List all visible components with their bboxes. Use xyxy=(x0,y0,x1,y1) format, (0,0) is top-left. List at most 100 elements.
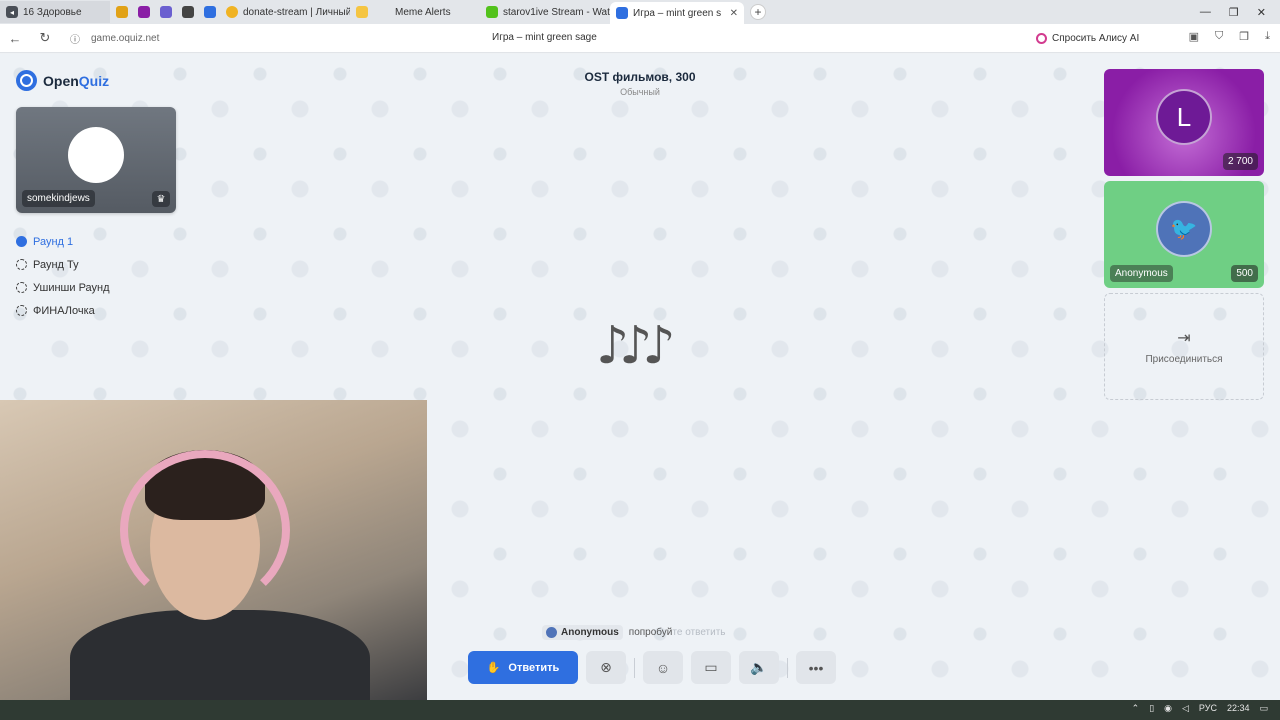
player-mini-avatar xyxy=(546,627,557,638)
tab-label: starov1ive Stream - Watch xyxy=(503,6,610,18)
round-status-icon xyxy=(16,282,27,293)
tab-favicon xyxy=(486,6,498,18)
round-item-2[interactable]: Раунд Ту xyxy=(16,253,110,276)
tab-pinned-1[interactable] xyxy=(110,1,132,23)
hint-text: попробуйте ответить xyxy=(628,627,726,638)
answer-button[interactable]: ✋ Ответить xyxy=(468,651,578,684)
language-indicator[interactable]: РУС xyxy=(1199,703,1217,714)
hand-icon: ✋ xyxy=(486,662,501,674)
tray-chevron-icon[interactable]: ⌃ xyxy=(1132,703,1140,714)
bird-avatar-icon: 🐦 xyxy=(1156,201,1212,257)
tab-active-game[interactable]: Игра – mint green s ✕ xyxy=(610,2,744,24)
answering-player-chip: Anonymous xyxy=(542,625,623,640)
rounds-list: Раунд 1 Раунд Ту Ушинши Раунд ФИНАЛочка xyxy=(16,230,110,322)
tab-favicon xyxy=(116,6,128,18)
tab-group-health[interactable]: ◂ 16 Здоровье xyxy=(0,1,110,23)
round-label: Ушинши Раунд xyxy=(33,281,110,294)
tab-pinned-2[interactable] xyxy=(132,1,154,23)
answering-player-name: Anonymous xyxy=(561,627,619,638)
join-icon: ⇥ xyxy=(1177,330,1191,347)
webcam-overlay xyxy=(0,400,427,700)
close-icon[interactable]: ✕ xyxy=(730,8,738,19)
shield-icon[interactable]: ⛉ xyxy=(1215,30,1223,43)
network-icon[interactable]: ◉ xyxy=(1164,703,1172,714)
tab-label: Meme Alerts xyxy=(395,6,451,18)
player-score: 2 700 xyxy=(1222,153,1258,170)
question-title: OST фильмов, 300 xyxy=(584,70,696,84)
round-label: ФИНАЛочка xyxy=(33,304,95,317)
tab-favicon xyxy=(204,6,216,18)
round-item-3[interactable]: Ушинши Раунд xyxy=(16,276,110,299)
alice-icon xyxy=(1036,32,1047,44)
battery-icon[interactable]: ▯ xyxy=(1149,703,1154,714)
divider xyxy=(634,657,635,678)
url-field[interactable]: game.oquiz.net xyxy=(91,33,159,44)
maximize-icon[interactable]: ❐ xyxy=(1229,6,1239,19)
tab-stream-watch[interactable]: starov1ive Stream - Watch xyxy=(480,1,610,23)
round-label: Раунд 1 xyxy=(33,235,74,248)
round-status-icon xyxy=(16,259,27,270)
tab-label: 16 Здоровье xyxy=(23,6,82,18)
tab-label: Игра – mint green s xyxy=(633,7,722,19)
tab-pinned-5[interactable] xyxy=(198,1,220,23)
tab-donate-stream[interactable]: donate-stream | Личный к xyxy=(220,1,350,23)
player-card-l[interactable]: L 2 700 xyxy=(1104,69,1264,176)
webcam-figure-shirt xyxy=(70,610,370,700)
tab-meme-alerts[interactable]: Meme Alerts xyxy=(350,1,480,23)
alice-ai-button[interactable]: Спросить Алису AI xyxy=(1036,29,1139,47)
minimize-icon[interactable]: — xyxy=(1200,6,1211,18)
round-label: Раунд Ту xyxy=(33,258,79,271)
player-score: 500 xyxy=(1231,265,1258,282)
page-title: Игра – mint green sage xyxy=(492,32,597,43)
camera-button[interactable]: ▭ xyxy=(691,651,731,684)
round-status-icon xyxy=(16,236,27,247)
divider xyxy=(787,657,788,678)
download-icon[interactable]: ⤓ xyxy=(1265,30,1270,43)
answer-label: Ответить xyxy=(508,661,560,674)
join-label: Присоединиться xyxy=(1145,354,1223,365)
browser-tab-strip: ◂ 16 Здоровье donate-stream | Личный к M… xyxy=(0,0,1280,24)
tab-favicon xyxy=(356,6,368,18)
tab-favicon xyxy=(138,6,150,18)
tab-favicon xyxy=(182,6,194,18)
game-page: OpenQuiz somekindjews ♛ Раунд 1 Раунд Ту… xyxy=(0,54,1280,700)
host-card: somekindjews ♛ xyxy=(16,107,176,213)
notifications-icon[interactable]: ▭ xyxy=(1259,703,1268,714)
more-options-button[interactable]: ••• xyxy=(796,651,836,684)
window-controls: — ❐ ✕ xyxy=(1200,0,1280,24)
round-item-1[interactable]: Раунд 1 xyxy=(16,230,110,253)
tab-favicon xyxy=(160,6,172,18)
volume-icon[interactable]: ◁ xyxy=(1182,703,1189,714)
emoji-button[interactable]: ☺ xyxy=(643,651,683,684)
reload-icon[interactable]: ↻ xyxy=(35,30,55,46)
round-status-icon xyxy=(16,305,27,316)
back-arrow-icon[interactable]: ← xyxy=(5,31,25,46)
player-name: Anonymous xyxy=(1110,265,1173,282)
site-info-icon[interactable]: ⓘ xyxy=(65,31,85,46)
address-bar: ← ↻ ⓘ game.oquiz.net Игра – mint green s… xyxy=(0,24,1280,53)
window-close-icon[interactable]: ✕ xyxy=(1257,6,1266,19)
alice-label: Спросить Алису AI xyxy=(1052,32,1140,44)
cancel-answer-button[interactable]: ⊗ xyxy=(586,651,626,684)
tab-pinned-4[interactable] xyxy=(176,1,198,23)
clock[interactable]: 22:34 xyxy=(1227,703,1250,714)
extension-icon[interactable]: ▣ xyxy=(1189,30,1199,43)
round-item-4[interactable]: ФИНАЛочка xyxy=(16,299,110,322)
crown-icon[interactable]: ♛ xyxy=(152,191,170,207)
tab-label: donate-stream | Личный к xyxy=(243,6,350,18)
collections-icon[interactable]: ❐ xyxy=(1239,30,1249,43)
player-card-anonymous[interactable]: 🐦 Anonymous 500 xyxy=(1104,181,1264,288)
answer-hint: Anonymous попробуйте ответить xyxy=(542,625,726,640)
new-tab-button[interactable]: + xyxy=(750,4,766,20)
host-avatar xyxy=(68,127,124,183)
music-notes-icon: ♪♪♪ xyxy=(596,316,676,376)
sound-button[interactable]: 🔈 xyxy=(739,651,779,684)
browser-toolbar-icons: ▣ ⛉ ❐ ⤓ xyxy=(1189,30,1270,43)
os-taskbar: ⌃ ▯ ◉ ◁ РУС 22:34 ▭ xyxy=(0,700,1280,720)
tab-pinned-3[interactable] xyxy=(154,1,176,23)
host-name: somekindjews xyxy=(22,190,95,207)
headset-icon xyxy=(120,450,290,610)
game-controls: ✋ Ответить ⊗ ☺ ▭ 🔈 ••• xyxy=(468,651,836,684)
question-subtitle: Обычный xyxy=(620,87,660,97)
join-slot[interactable]: ⇥ Присоединиться xyxy=(1104,293,1264,400)
